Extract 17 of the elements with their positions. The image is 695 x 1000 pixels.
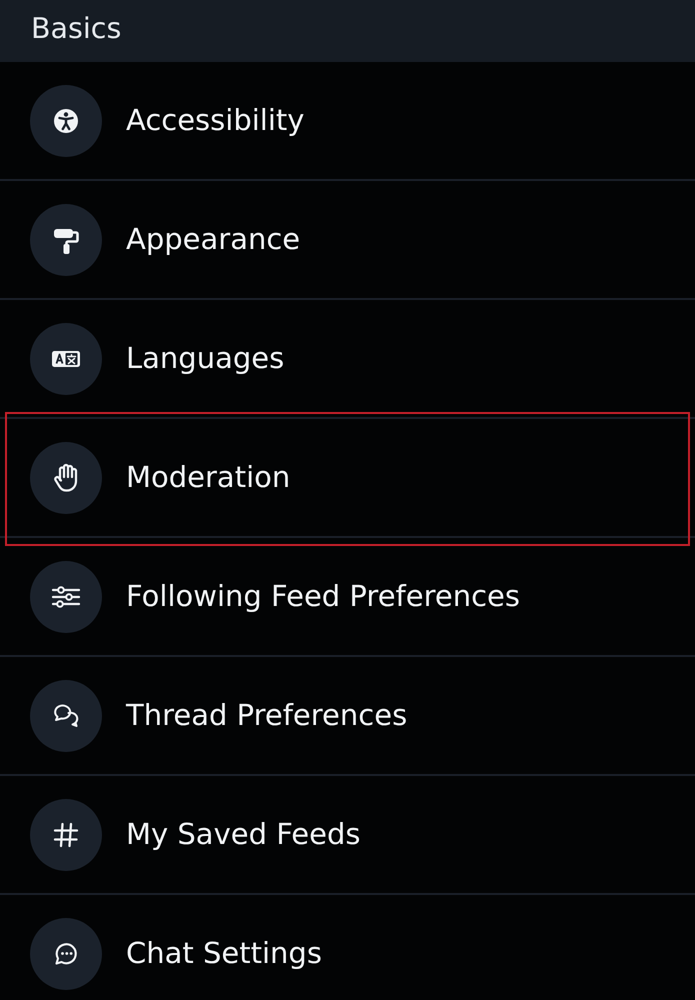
settings-item[interactable]: Languages — [0, 300, 695, 417]
section-title: Basics — [31, 12, 122, 47]
hand-icon — [30, 442, 102, 514]
settings-item[interactable]: Moderation — [0, 419, 695, 536]
settings-item[interactable]: Thread Preferences — [0, 657, 695, 774]
accessibility-icon — [30, 84, 102, 156]
paint-roller-icon — [30, 204, 102, 276]
settings-item[interactable]: Appearance — [0, 181, 695, 298]
translation-icon — [30, 322, 102, 394]
speech-bubbles-icon — [30, 680, 102, 752]
settings-item[interactable]: Chat Settings — [0, 895, 695, 1000]
settings-item[interactable]: Following Feed Preferences — [0, 538, 695, 655]
sliders-icon — [30, 560, 102, 632]
chat-bubble-icon — [30, 918, 102, 990]
hash-icon — [30, 798, 102, 870]
settings-item[interactable]: My Saved Feeds — [0, 776, 695, 893]
settings-item[interactable]: Accessibility — [0, 62, 695, 179]
